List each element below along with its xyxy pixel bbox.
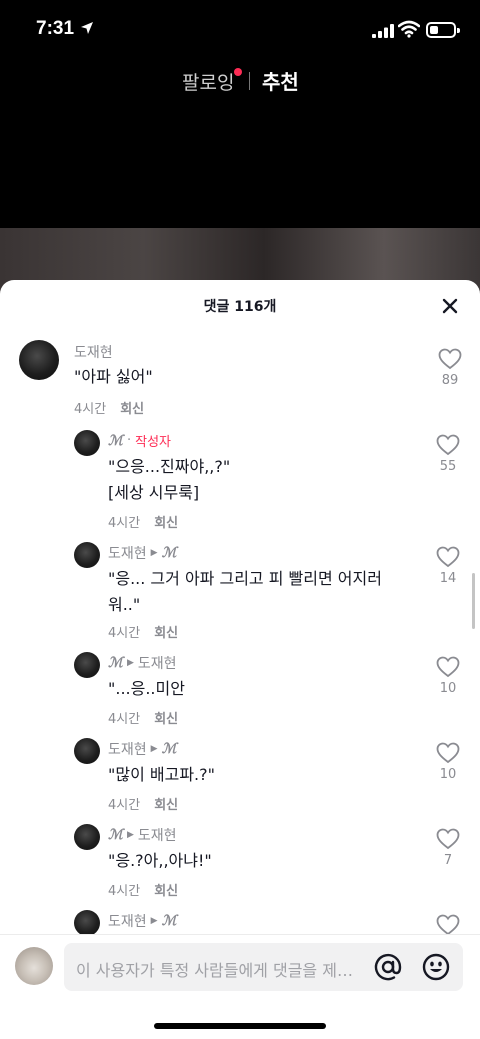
comment-text: "응... 그거 아파 그리고 피 빨리면 어지러 워.." xyxy=(108,569,382,614)
tab-divider xyxy=(249,72,250,90)
comment-meta: 4시간 회신 xyxy=(108,622,178,641)
comment-author[interactable]: ℳ ▶ 도재현 xyxy=(108,653,177,673)
comment-time: 4시간 xyxy=(108,798,141,813)
battery-icon xyxy=(426,22,460,38)
tab-following[interactable]: 팔로잉 xyxy=(182,68,234,95)
status-bar: 7:31 xyxy=(0,0,480,60)
avatar[interactable] xyxy=(74,430,100,456)
feed-tabs: 팔로잉 추천 xyxy=(0,64,480,98)
reply-arrow-icon: ▶ xyxy=(126,658,134,668)
heart-icon xyxy=(438,348,462,370)
heart-icon xyxy=(436,828,460,850)
comment-author[interactable]: ℳ · 작성자 xyxy=(108,431,172,451)
like-button[interactable]: 10 xyxy=(428,656,468,696)
comment-input-bar: 이 사용자가 특정 사람들에게 댓글을 제한했습니다 xyxy=(0,934,480,1039)
comment-text: "아파 싫어" xyxy=(74,367,153,386)
comment-text: "많이 배고파.?" xyxy=(108,765,215,784)
reply-button[interactable]: 회신 xyxy=(154,512,178,531)
avatar[interactable] xyxy=(19,340,59,380)
cellular-signal-icon xyxy=(372,24,394,38)
comment-text: "으응...진짜야,,?" [세상 시무룩] xyxy=(108,457,231,502)
comment-sheet: 댓글 116개 도재현 "아파 싫어" 4시간 회신 89 ℳ · 작성자 "으… xyxy=(0,280,480,1039)
like-count: 55 xyxy=(439,459,457,474)
comment-time: 4시간 xyxy=(108,884,141,899)
reply-item: ℳ ▶ 도재현 "응.?아,,아냐!" 4시간 회신 7 xyxy=(0,824,480,900)
comment-meta: 4시간 회신 xyxy=(108,708,178,727)
like-count: 10 xyxy=(439,681,457,696)
comment-author[interactable]: ℳ ▶ 도재현 xyxy=(108,825,177,845)
reply-arrow-icon: ▶ xyxy=(150,548,158,558)
avatar[interactable] xyxy=(74,738,100,764)
reply-button[interactable]: 회신 xyxy=(154,794,178,813)
avatar[interactable] xyxy=(74,824,100,850)
like-button[interactable]: 10 xyxy=(428,742,468,782)
heart-icon xyxy=(436,546,460,568)
like-count: 89 xyxy=(441,373,459,388)
emoji-icon[interactable] xyxy=(422,953,450,981)
comment-meta: 4시간 회신 xyxy=(108,794,178,813)
heart-icon xyxy=(436,914,460,936)
my-avatar xyxy=(15,947,53,985)
comment-time: 4시간 xyxy=(74,402,107,417)
reply-arrow-icon: ▶ xyxy=(150,916,158,926)
like-button[interactable] xyxy=(428,914,468,936)
avatar[interactable] xyxy=(74,652,100,678)
like-button[interactable]: 7 xyxy=(428,828,468,868)
reply-item: ℳ ▶ 도재현 "...응..미안 4시간 회신 10 xyxy=(0,652,480,728)
creator-badge: 작성자 xyxy=(135,435,172,450)
reply-button[interactable]: 회신 xyxy=(154,708,178,727)
like-count: 7 xyxy=(443,853,453,868)
avatar[interactable] xyxy=(74,542,100,568)
new-content-dot xyxy=(234,68,242,76)
comment-input[interactable]: 이 사용자가 특정 사람들에게 댓글을 제한했습니다 xyxy=(64,943,463,991)
comment-item: 도재현 "아파 싫어" 4시간 회신 89 xyxy=(0,338,480,418)
comment-author[interactable]: 도재현 ▶ ℳ xyxy=(108,739,177,759)
comment-count-title: 댓글 116개 xyxy=(203,299,277,315)
like-button[interactable]: 89 xyxy=(430,348,470,388)
home-indicator xyxy=(154,1023,326,1029)
comment-meta: 4시간 회신 xyxy=(108,512,178,531)
close-icon[interactable] xyxy=(438,294,462,318)
like-count: 10 xyxy=(439,767,457,782)
heart-icon xyxy=(436,434,460,456)
scrollbar[interactable] xyxy=(472,573,475,629)
comment-author[interactable]: 도재현 xyxy=(74,342,113,362)
comment-text: "응.?아,,아냐!" xyxy=(108,851,212,870)
heart-icon xyxy=(436,742,460,764)
comment-meta: 4시간 회신 xyxy=(74,398,144,417)
reply-item: ℳ · 작성자 "으응...진짜야,,?" [세상 시무룩] 4시간 회신 55 xyxy=(0,428,480,531)
comment-author[interactable]: 도재현 ▶ ℳ xyxy=(108,543,177,563)
avatar[interactable] xyxy=(74,910,100,936)
reply-item: 도재현 ▶ ℳ "많이 배고파.?" 4시간 회신 10 xyxy=(0,738,480,814)
like-button[interactable]: 14 xyxy=(428,546,468,586)
comment-meta: 4시간 회신 xyxy=(108,880,178,899)
heart-icon xyxy=(436,656,460,678)
reply-arrow-icon: ▶ xyxy=(150,744,158,754)
reply-arrow-icon: ▶ xyxy=(126,830,134,840)
wifi-icon xyxy=(398,20,420,38)
like-button[interactable]: 55 xyxy=(428,434,468,474)
reply-button[interactable]: 회신 xyxy=(154,622,178,641)
comment-time: 4시간 xyxy=(108,626,141,641)
comment-author[interactable]: 도재현 ▶ ℳ xyxy=(108,911,177,931)
like-count: 14 xyxy=(439,571,457,586)
sheet-header: 댓글 116개 xyxy=(0,280,480,330)
reply-item: 도재현 ▶ ℳ "응... 그거 아파 그리고 피 빨리면 어지러 워.." 4… xyxy=(0,540,480,641)
location-arrow-icon xyxy=(81,22,93,34)
comment-text: "...응..미안 xyxy=(108,679,185,698)
reply-button[interactable]: 회신 xyxy=(120,398,144,417)
reply-button[interactable]: 회신 xyxy=(154,880,178,899)
comment-time: 4시간 xyxy=(108,712,141,727)
comment-time: 4시간 xyxy=(108,516,141,531)
tab-for-you[interactable]: 추천 xyxy=(262,66,299,95)
comment-input-placeholder: 이 사용자가 특정 사람들에게 댓글을 제한했습니다 xyxy=(76,961,366,980)
status-time: 7:31 xyxy=(36,18,75,39)
mention-icon[interactable] xyxy=(374,953,402,981)
